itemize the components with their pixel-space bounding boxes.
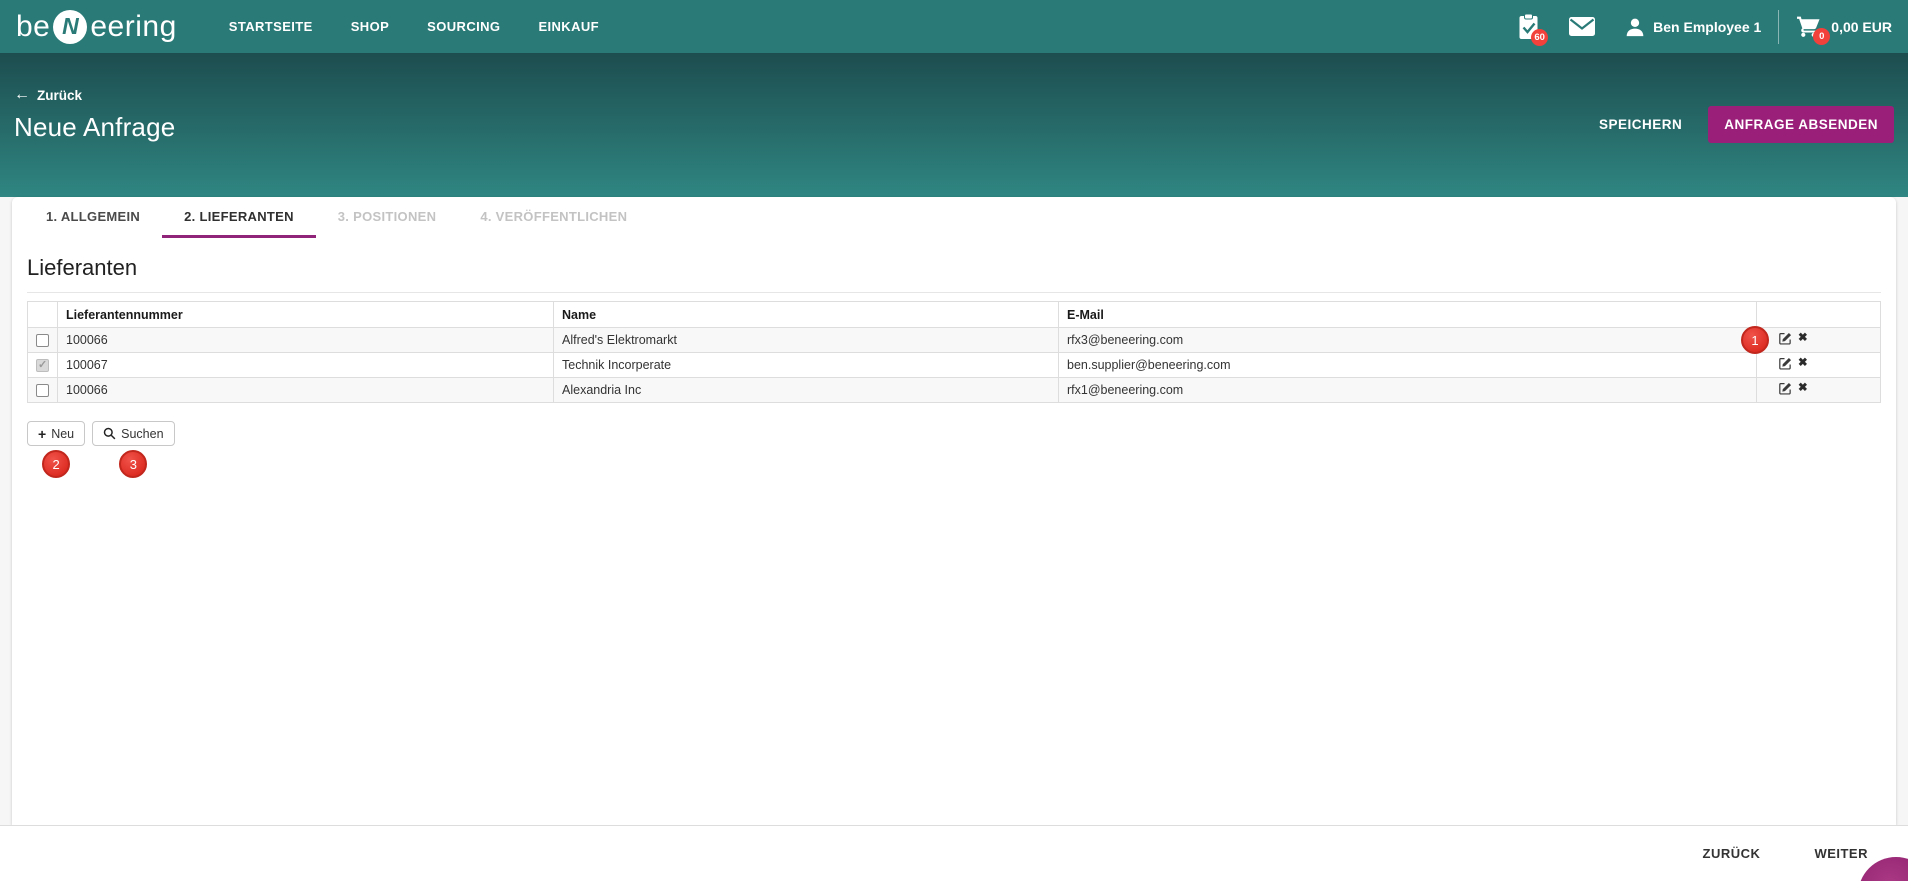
row-actions: ✖ [1779, 332, 1808, 345]
tab-allgemein[interactable]: 1. ALLGEMEIN [24, 197, 162, 238]
delete-x-icon: ✖ [1798, 358, 1808, 370]
plus-icon: + [38, 427, 46, 441]
search-button-label: Suchen [121, 427, 163, 441]
supplier-number-cell: 100066 [58, 328, 554, 353]
new-supplier-button[interactable]: + Neu [27, 421, 85, 446]
tab-positionen: 3. POSITIONEN [316, 197, 459, 238]
messages-button[interactable] [1569, 17, 1595, 36]
checkbox-cell [28, 353, 58, 378]
back-link-label: Zurück [37, 88, 82, 103]
top-nav-right: 60 Ben Employee 1 0 0,00 EUR [1518, 10, 1892, 44]
tab-lieferanten[interactable]: 2. LIEFERANTEN [162, 197, 316, 238]
beneering-logo[interactable]: be N eering [16, 10, 177, 44]
nav-item-einkauf[interactable]: EINKAUF [538, 19, 599, 34]
mail-icon [1569, 17, 1595, 36]
header-actions [1757, 302, 1881, 328]
save-button[interactable]: SPEICHERN [1599, 117, 1682, 132]
logo-text-pre: be [16, 10, 50, 44]
header-checkbox-cell [28, 302, 58, 328]
cart-button[interactable]: 0 0,00 EUR [1796, 14, 1892, 39]
wizard-tabs: 1. ALLGEMEIN 2. LIEFERANTEN 3. POSITIONE… [12, 197, 1896, 238]
back-arrow-icon: ← [14, 87, 30, 103]
annotation-step-1: 1 [1741, 326, 1769, 354]
page-header: ← Zurück Neue Anfrage SPEICHERN ANFRAGE … [0, 53, 1908, 197]
submit-request-button[interactable]: ANFRAGE ABSENDEN [1708, 106, 1894, 143]
remove-supplier-button[interactable]: ✖ [1798, 333, 1808, 345]
actions-cell: ✖ [1757, 353, 1881, 378]
content-card: 1. ALLGEMEIN 2. LIEFERANTEN 3. POSITIONE… [12, 197, 1896, 825]
edit-supplier-button[interactable] [1779, 332, 1792, 345]
footer-back-button[interactable]: ZURÜCK [1703, 846, 1761, 861]
annotation-step-2: 2 [42, 450, 70, 478]
remove-supplier-button[interactable]: ✖ [1798, 358, 1808, 370]
checkbox-cell [28, 328, 58, 353]
supplier-email-cell: rfx1@beneering.com [1059, 378, 1757, 403]
footer-next-button[interactable]: WEITER [1814, 846, 1868, 861]
supplier-email-cell: rfx3@beneering.com [1059, 328, 1757, 353]
tasks-badge: 60 [1531, 29, 1548, 46]
user-name: Ben Employee 1 [1653, 19, 1761, 35]
main-area: 1. ALLGEMEIN 2. LIEFERANTEN 3. POSITIONE… [0, 197, 1908, 825]
edit-icon [1779, 357, 1792, 370]
supplier-number-cell: 100066 [58, 378, 554, 403]
top-nav-bar: be N eering STARTSEITE SHOP SOURCING EIN… [0, 0, 1908, 53]
table-row: 100067 Technik Incorperate ben.supplier@… [28, 353, 1881, 378]
delete-x-icon: ✖ [1798, 333, 1808, 345]
user-menu[interactable]: Ben Employee 1 [1625, 17, 1761, 37]
cart-total: 0,00 EUR [1831, 19, 1892, 35]
topnav-divider [1778, 10, 1779, 44]
search-supplier-button[interactable]: Suchen [92, 421, 174, 446]
header-name: Name [554, 302, 1059, 328]
remove-supplier-button[interactable]: ✖ [1798, 383, 1808, 395]
wizard-footer: ZURÜCK WEITER [0, 825, 1908, 881]
row-checkbox[interactable] [36, 334, 49, 347]
row-actions: ✖ [1779, 382, 1808, 395]
back-link[interactable]: ← Zurück [14, 87, 82, 103]
annotation-step-3: 3 [119, 450, 147, 478]
actions-cell: 1 ✖ [1757, 328, 1881, 353]
header-number: Lieferantennummer [58, 302, 554, 328]
supplier-name-cell: Technik Incorperate [554, 353, 1059, 378]
delete-x-icon: ✖ [1798, 383, 1808, 395]
logo-n-icon: N [53, 10, 87, 44]
edit-supplier-button[interactable] [1779, 357, 1792, 370]
edit-supplier-button[interactable] [1779, 382, 1792, 395]
table-header-row: Lieferantennummer Name E-Mail [28, 302, 1881, 328]
row-actions: ✖ [1779, 357, 1808, 370]
nav-item-sourcing[interactable]: SOURCING [427, 19, 500, 34]
cart-badge: 0 [1813, 28, 1830, 45]
header-email: E-Mail [1059, 302, 1757, 328]
actions-cell: ✖ [1757, 378, 1881, 403]
logo-text-post: eering [90, 10, 176, 44]
heading-divider [27, 292, 1881, 293]
tab-content: Lieferanten Lieferantennummer Name E-Mai… [12, 255, 1896, 446]
header-actions: SPEICHERN ANFRAGE ABSENDEN [1599, 106, 1894, 143]
table-row: 100066 Alfred's Elektromarkt rfx3@beneer… [28, 328, 1881, 353]
edit-icon [1779, 332, 1792, 345]
table-row: 100066 Alexandria Inc rfx1@beneering.com [28, 378, 1881, 403]
supplier-email-cell: ben.supplier@beneering.com [1059, 353, 1757, 378]
supplier-number-cell: 100067 [58, 353, 554, 378]
tab-veroeffentlichen: 4. VERÖFFENTLICHEN [458, 197, 649, 238]
suppliers-table: Lieferantennummer Name E-Mail 100066 Alf… [27, 301, 1881, 403]
search-icon [103, 427, 116, 440]
user-icon [1625, 17, 1645, 37]
tasks-button[interactable]: 60 [1518, 14, 1539, 40]
cart-icon-wrap: 0 [1796, 14, 1821, 39]
edit-icon [1779, 382, 1792, 395]
table-buttons: + Neu 2 Suchen 3 [27, 421, 1881, 446]
nav-item-shop[interactable]: SHOP [351, 19, 389, 34]
supplier-name-cell: Alexandria Inc [554, 378, 1059, 403]
nav-item-startseite[interactable]: STARTSEITE [229, 19, 313, 34]
new-button-label: Neu [51, 427, 74, 441]
row-checkbox[interactable] [36, 384, 49, 397]
row-checkbox [36, 359, 49, 372]
checkbox-cell [28, 378, 58, 403]
main-menu: STARTSEITE SHOP SOURCING EINKAUF [229, 19, 599, 34]
section-heading: Lieferanten [27, 255, 1881, 281]
supplier-name-cell: Alfred's Elektromarkt [554, 328, 1059, 353]
